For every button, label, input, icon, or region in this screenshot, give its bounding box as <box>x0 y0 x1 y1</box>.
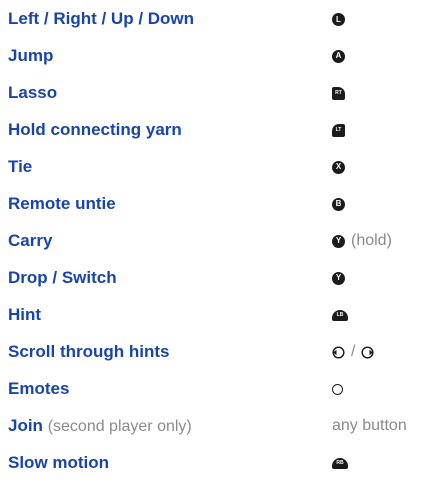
control-row-scroll-hints: Scroll through hints / <box>0 337 435 367</box>
controls-table: Left / Right / Up / Down L Jump A Lasso … <box>0 0 435 489</box>
a-button-icon: A <box>332 49 345 63</box>
action-label: Remote untie <box>8 194 116 213</box>
control-row-drop-switch: Drop / Switch Y <box>0 263 435 293</box>
action-label: Drop / Switch <box>8 268 117 287</box>
control-row-move: Left / Right / Up / Down L <box>0 4 435 34</box>
control-cell: X <box>332 156 345 178</box>
control-cell: Y <box>332 267 345 289</box>
control-row-lasso: Lasso RT <box>0 78 435 108</box>
action-label: Lasso <box>8 83 58 102</box>
y-button-icon: Y <box>332 271 345 285</box>
x-button-icon: X <box>332 160 345 174</box>
control-cell: L <box>332 8 345 30</box>
control-row-tie: Tie X <box>0 152 435 182</box>
hold-note: (hold) <box>351 232 392 249</box>
control-cell: RB <box>332 452 348 474</box>
join-label: Join <box>8 416 43 435</box>
control-row-hint: Hint LB <box>0 300 435 330</box>
control-cell: / <box>332 341 374 363</box>
action-label: Hold connecting yarn <box>8 120 182 139</box>
control-cell: Y (hold) <box>332 230 392 252</box>
action-label: Join (second player only) <box>8 415 192 438</box>
any-button-text: any button <box>332 417 407 434</box>
control-row-emotes: Emotes <box>0 374 435 404</box>
control-cell: RT <box>332 82 345 104</box>
control-cell: LT <box>332 119 345 141</box>
action-label: Tie <box>8 157 33 176</box>
control-row-carry: Carry Y (hold) <box>0 226 435 256</box>
action-label: Left / Right / Up / Down <box>8 9 195 28</box>
left-bumper-icon: LB <box>332 309 348 321</box>
separator: / <box>351 343 356 360</box>
action-label: Jump <box>8 46 54 65</box>
control-cell <box>332 378 343 400</box>
action-label: Slow motion <box>8 453 110 472</box>
control-row-slow-motion: Slow motion RB <box>0 448 435 478</box>
right-bumper-icon: RB <box>332 457 348 469</box>
join-note: (second player only) <box>47 418 192 435</box>
b-button-icon: B <box>332 197 345 211</box>
action-label: Carry <box>8 231 53 250</box>
control-cell: B <box>332 193 345 215</box>
action-label: Scroll through hints <box>8 342 170 361</box>
dpad-right-icon <box>361 345 374 359</box>
dpad-left-icon <box>332 345 345 359</box>
action-label: Hint <box>8 305 42 324</box>
left-stick-icon: L <box>332 12 345 26</box>
control-row-join: Join (second player only) any button <box>0 411 435 441</box>
y-button-icon: Y <box>332 234 345 248</box>
control-row-remote-untie: Remote untie B <box>0 189 435 219</box>
control-cell: A <box>332 45 345 67</box>
action-label: Emotes <box>8 379 70 398</box>
right-trigger-icon: RT <box>332 86 345 100</box>
control-cell: LB <box>332 304 348 326</box>
control-row-hold-yarn: Hold connecting yarn LT <box>0 115 435 145</box>
left-trigger-icon: LT <box>332 123 345 137</box>
control-row-jump: Jump A <box>0 41 435 71</box>
control-cell: any button <box>332 415 407 437</box>
dpad-icon <box>332 383 343 395</box>
